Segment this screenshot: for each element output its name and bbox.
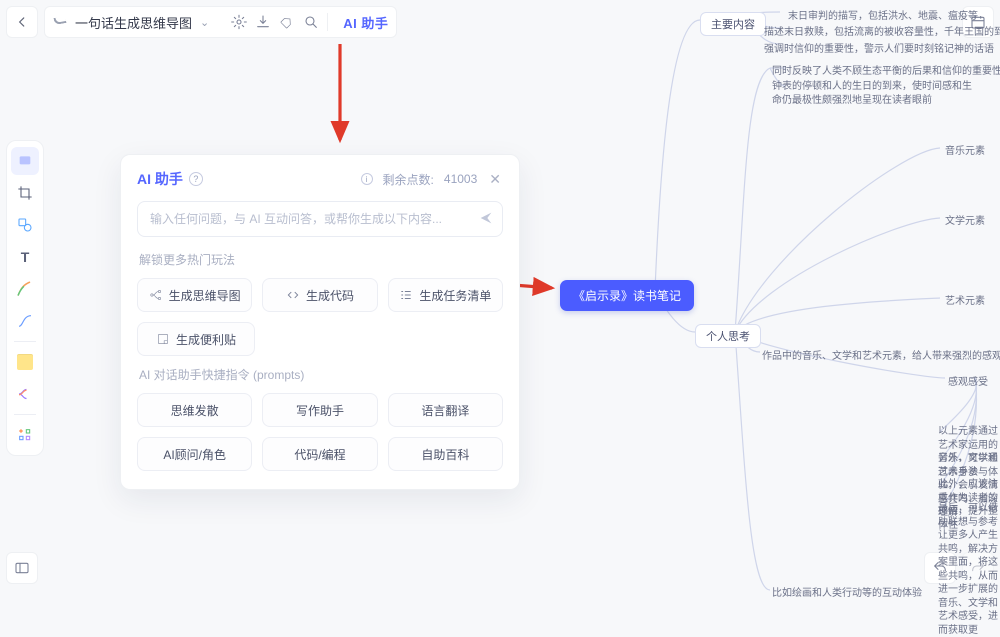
- checklist-icon: [399, 288, 413, 302]
- prompts-label: AI 对话助手快捷指令 (prompts): [139, 366, 503, 383]
- connector-tool[interactable]: [11, 307, 39, 335]
- ai-modal-title: AI 助手: [137, 169, 183, 189]
- prompt-chip[interactable]: 语言翻译: [388, 393, 503, 427]
- chevron-down-icon: ⌄: [200, 16, 209, 29]
- code-icon: [286, 288, 300, 302]
- note-icon: [156, 332, 170, 346]
- mindmap-icon: [149, 288, 163, 302]
- frame-tool[interactable]: [11, 179, 39, 207]
- mindmap-leaf[interactable]: 比如绘画和人类行动等的互动体验: [772, 584, 922, 599]
- mindmap-leaf[interactable]: 同时反映了人类不顾生态平衡的后果和信仰的重要性: [772, 62, 1000, 77]
- send-icon: [478, 210, 494, 226]
- info-icon: i: [361, 173, 373, 185]
- mindmap-center-node[interactable]: 《启示录》读书笔记: [560, 280, 694, 311]
- left-toolbar: T: [6, 140, 44, 456]
- add-more-tool[interactable]: [11, 421, 39, 449]
- mindmap-leaf[interactable]: 感观感受: [948, 373, 988, 388]
- ai-assistant-modal: AI 助手 ? i 剩余点数: 41003 ✕ 解锁更多热门玩法 生成思维导图 …: [120, 154, 520, 490]
- chevron-left-icon: [15, 15, 29, 29]
- mindmap-leaf[interactable]: 最后，可以借助联想与参考让更多人产生共鸣，解决方案里面，将这些共鸣，从而进一步扩…: [938, 502, 1000, 637]
- pencil-icon: [16, 280, 34, 298]
- mindmap-leaf[interactable]: 描述末日救赎，包括流离的被收容量性，千年王国的到来等: [764, 23, 1000, 38]
- curve-icon: [17, 313, 33, 329]
- crop-icon: [17, 185, 33, 201]
- close-button[interactable]: ✕: [487, 171, 503, 188]
- text-tool[interactable]: T: [11, 243, 39, 271]
- prompt-chip[interactable]: 代码/编程: [262, 437, 377, 471]
- text-icon: T: [21, 249, 30, 265]
- mindmap-node[interactable]: 主要内容: [700, 12, 766, 36]
- sync-status-icon: [53, 15, 67, 29]
- back-button[interactable]: [6, 6, 38, 38]
- card-icon: [17, 153, 33, 169]
- gen-mindmap-button[interactable]: 生成思维导图: [137, 278, 252, 312]
- shapes-icon: [17, 217, 33, 233]
- mindmap-leaf[interactable]: 艺术元素: [945, 292, 985, 307]
- sticky-tool[interactable]: [11, 348, 39, 376]
- prompt-chip[interactable]: 写作助手: [262, 393, 377, 427]
- prompt-chip[interactable]: 自助百科: [388, 437, 503, 471]
- send-button[interactable]: [478, 210, 494, 229]
- download-icon[interactable]: [255, 14, 271, 30]
- search-icon[interactable]: [303, 14, 319, 30]
- mindmap-leaf[interactable]: 末日审判的描写，包括洪水、地震、瘟疫等: [788, 7, 978, 22]
- panel-icon: [14, 560, 30, 576]
- mindmap-tool[interactable]: [11, 380, 39, 408]
- layers-panel-button[interactable]: [6, 552, 38, 584]
- document-title: 一句话生成思维导图: [75, 13, 192, 32]
- settings-gear-icon[interactable]: [231, 14, 247, 30]
- select-tool[interactable]: [11, 147, 39, 175]
- mindmap-leaf[interactable]: 强调时信仰的重要性，警示人们要时刻铭记神的话语: [764, 40, 994, 55]
- ai-input-wrapper: [137, 201, 503, 237]
- shape-tool[interactable]: [11, 211, 39, 239]
- hot-features-label: 解锁更多热门玩法: [139, 251, 503, 268]
- prompt-chip[interactable]: 思维发散: [137, 393, 252, 427]
- pen-tool[interactable]: [11, 275, 39, 303]
- gen-sticky-button[interactable]: 生成便利贴: [137, 322, 255, 356]
- plus-grid-icon: [17, 427, 33, 443]
- mindmap-leaf[interactable]: 音乐元素: [945, 142, 985, 157]
- sticky-note-icon: [17, 354, 33, 370]
- mindmap-leaf[interactable]: 文学元素: [945, 212, 985, 227]
- ai-prompt-input[interactable]: [150, 212, 478, 226]
- mindmap-node[interactable]: 个人思考: [695, 324, 761, 348]
- gen-code-button[interactable]: 生成代码: [262, 278, 377, 312]
- ai-assistant-button[interactable]: AI 助手: [339, 13, 388, 32]
- help-icon[interactable]: ?: [189, 172, 203, 186]
- top-toolbar: 一句话生成思维导图 ⌄ AI 助手: [6, 6, 397, 38]
- credits-value: 41003: [444, 172, 477, 186]
- branch-icon: [16, 385, 34, 403]
- credits-label: 剩余点数:: [383, 171, 434, 188]
- mindmap-leaf[interactable]: 作品中的音乐、文学和艺术元素，给人带来强烈的感观感受: [762, 347, 1000, 362]
- document-title-pill[interactable]: 一句话生成思维导图 ⌄ AI 助手: [44, 6, 397, 38]
- prompt-chip[interactable]: AI顾问/角色: [137, 437, 252, 471]
- gen-tasks-button[interactable]: 生成任务清单: [388, 278, 503, 312]
- tag-icon[interactable]: [279, 14, 295, 30]
- mindmap-leaf[interactable]: 钟表的停顿和人的生日的到来，使时间感和生命仍最极性颇强烈地呈现在读者眼前: [772, 80, 972, 107]
